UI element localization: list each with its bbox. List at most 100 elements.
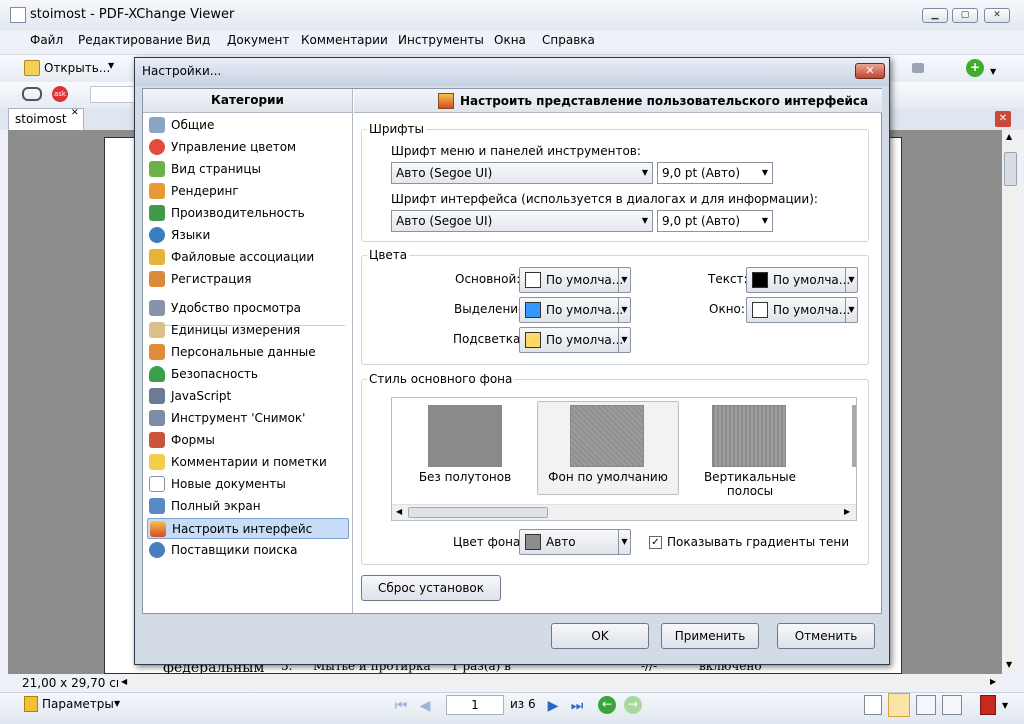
ui-font-size-select[interactable]: 9,0 pt (Авто) ▼ [657,210,773,232]
bottom-dropdown-arrow[interactable]: ▼ [1002,701,1008,710]
category-accessibility[interactable]: Удобство просмотра [147,298,349,319]
bg-color-select[interactable]: Авто ▼ [519,529,631,555]
add-icon[interactable]: + [966,59,984,77]
next-page-icon[interactable]: ▶ [544,697,562,715]
categories-header: Категории [143,89,353,113]
scroll-down-arrow[interactable]: ▼ [1006,660,1012,669]
gallery-scroll-thumb[interactable] [408,507,548,518]
page-count-text: из 6 [510,697,536,711]
category-forms[interactable]: Формы [147,430,349,451]
gallery-scrollbar[interactable]: ◀ ▶ [392,504,856,520]
color-wheel-icon [149,139,165,155]
category-new-documents[interactable]: Новые документы [147,474,349,495]
back-icon[interactable]: ← [598,696,616,714]
scroll-up-arrow[interactable]: ▲ [1006,132,1012,141]
highlight-color-select[interactable]: По умолча... ▼ [519,327,631,353]
menu-font-size-select[interactable]: 9,0 pt (Авто) ▼ [657,162,773,184]
style-tile-vertical-stripes[interactable] [712,405,786,467]
menu-font-select[interactable]: Авто (Segoe UI) ▼ [391,162,653,184]
style-tile-default[interactable] [570,405,644,467]
glasses-icon[interactable] [22,87,42,101]
parameters-dropdown-arrow[interactable]: ▼ [114,699,120,708]
single-page-icon[interactable] [864,695,882,715]
prev-page-icon[interactable]: ◀ [416,697,434,715]
category-search-providers[interactable]: Поставщики поиска [147,540,349,561]
apply-button[interactable]: Применить [661,623,759,649]
scroll-left-arrow[interactable]: ◀ [121,677,127,686]
gradient-checkbox[interactable]: ✓ [649,536,662,549]
background-style-gallery: Без полутонов Фон по умолчанию Вертикаль… [391,397,857,521]
gradient-checkbox-label: Показывать градиенты тени [667,535,850,549]
menu-view[interactable]: Вид [186,33,210,47]
open-button[interactable]: Открыть... [44,61,110,75]
close-window-button[interactable]: ✕ [984,8,1010,23]
toolbar-dropdown-arrow[interactable]: ▼ [990,67,996,76]
minimize-button[interactable]: ▁ [922,8,948,23]
category-color-management[interactable]: Управление цветом [147,137,349,158]
continuous-facing-icon[interactable] [942,695,962,715]
bg-color-swatch [525,534,541,550]
scroll-right-arrow[interactable]: ▶ [844,507,850,516]
category-fullscreen[interactable]: Полный экран [147,496,349,517]
text-color-label: Текст: [708,272,748,286]
cancel-button[interactable]: Отменить [777,623,875,649]
continuous-page-icon[interactable] [888,693,910,717]
category-snapshot[interactable]: Инструмент 'Снимок' [147,408,349,429]
reset-button[interactable]: Сброс установок [361,575,501,601]
dialog-close-button[interactable]: ✕ [855,63,885,79]
menu-help[interactable]: Справка [542,33,595,47]
menu-tools[interactable]: Инструменты [398,33,484,47]
category-customize-ui[interactable]: Настроить интерфейс [147,518,349,539]
facing-pages-icon[interactable] [916,695,936,715]
zoom-slider-thumb[interactable] [912,63,924,73]
category-identity[interactable]: Персональные данные [147,342,349,363]
page-number-input[interactable]: 1 [446,695,504,715]
scroll-right-arrow[interactable]: ▶ [990,677,996,686]
tab-stoimost[interactable]: stoimost ✕ [8,108,84,130]
menu-file[interactable]: Файл [30,33,63,47]
open-dropdown-arrow[interactable]: ▼ [108,61,114,70]
category-comments[interactable]: Комментарии и пометки [147,452,349,473]
category-general[interactable]: Общие [147,115,349,136]
category-performance[interactable]: Производительность [147,203,349,224]
category-javascript[interactable]: JavaScript [147,386,349,407]
window-color-select[interactable]: По умолча... ▼ [746,297,858,323]
vertical-scrollbar[interactable]: ▲ ▼ [1002,130,1019,674]
first-page-icon[interactable]: ⏮ [392,697,410,715]
ui-font-select[interactable]: Авто (Segoe UI) ▼ [391,210,653,232]
menu-document[interactable]: Документ [227,33,289,47]
text-color-swatch [752,272,768,288]
scroll-left-arrow[interactable]: ◀ [396,507,402,516]
last-page-icon[interactable]: ⏭ [568,697,586,715]
shield-icon [149,366,165,382]
style-label-vertical-stripes: Вертикальные полосы [703,470,797,498]
page-view-icon [149,161,165,177]
category-security[interactable]: Безопасность [147,364,349,385]
flag-icon [24,696,38,712]
ask-icon[interactable]: ask [52,86,68,102]
forward-icon[interactable]: → [624,696,642,714]
ok-button[interactable]: OK [551,623,649,649]
pdf-icon[interactable] [980,695,996,715]
horizontal-scrollbar[interactable]: ◀ ▶ [118,676,1002,690]
scroll-thumb[interactable] [1004,152,1017,186]
style-tile-no-halftones[interactable] [428,405,502,467]
category-rendering[interactable]: Рендеринг [147,181,349,202]
menu-comments[interactable]: Комментарии [301,33,388,47]
category-page-view[interactable]: Вид страницы [147,159,349,180]
category-languages[interactable]: Языки [147,225,349,246]
search-field[interactable] [90,86,136,103]
parameters-button[interactable]: Параметры [42,697,114,711]
close-document-icon[interactable]: ✕ [995,111,1011,127]
category-registration[interactable]: Регистрация [147,269,349,290]
maximize-button[interactable]: ▢ [952,8,978,23]
text-color-select[interactable]: По умолча... ▼ [746,267,858,293]
main-color-select[interactable]: По умолча... ▼ [519,267,631,293]
menu-edit[interactable]: Редактирование [78,33,183,47]
customize-ui-icon [150,521,166,537]
menu-windows[interactable]: Окна [494,33,526,47]
category-file-associations[interactable]: Файловые ассоциации [147,247,349,268]
category-units[interactable]: Единицы измерения [147,320,349,341]
selection-color-select[interactable]: По умолча... ▼ [519,297,631,323]
tab-close-icon[interactable]: ✕ [71,108,79,118]
